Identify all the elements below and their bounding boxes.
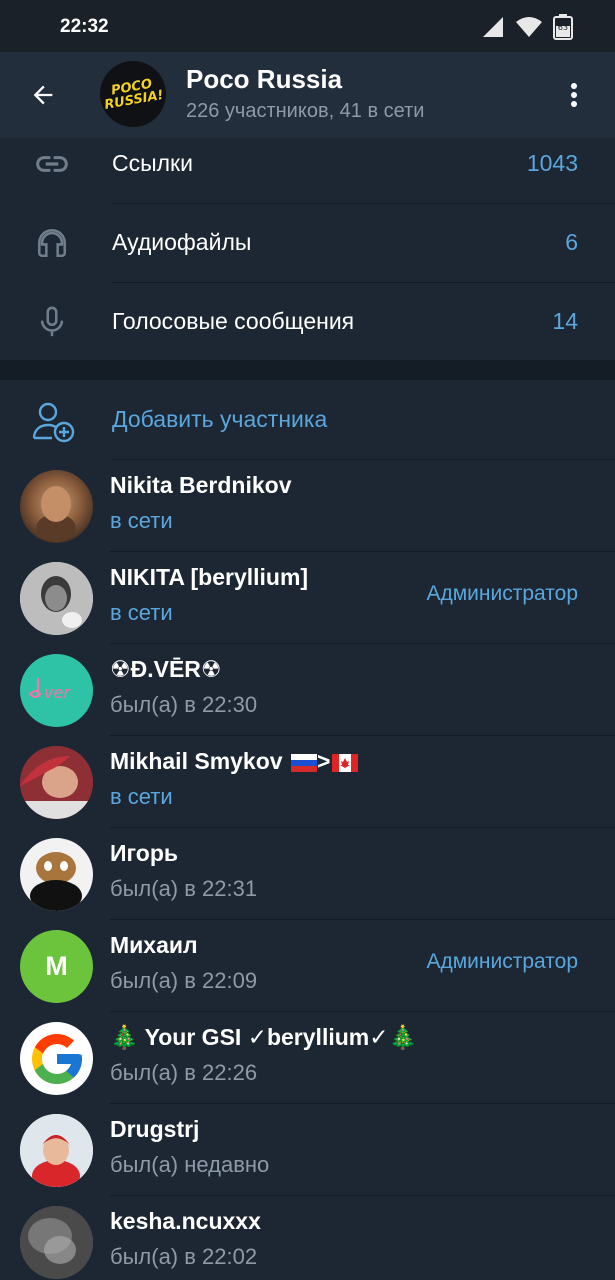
avatar: M xyxy=(20,930,93,1003)
status-bar: 22:32 63 xyxy=(0,0,615,52)
more-options-button[interactable] xyxy=(555,76,593,114)
member-row[interactable]: Nikita Berdnikov в сети xyxy=(0,460,615,552)
member-status: был(а) в 22:30 xyxy=(110,692,258,717)
member-row[interactable]: kesha.ncuxxx был(а) в 22:02 xyxy=(0,1196,615,1280)
group-subtitle: 226 участников, 41 в сети xyxy=(186,100,425,122)
member-name: 🎄 Your GSI ✓beryllium✓🎄 xyxy=(110,1024,418,1050)
status-icons: 63 xyxy=(481,14,573,40)
admin-badge: Администратор xyxy=(426,950,578,973)
member-row[interactable]: NIKITA [beryllium] в сети Администратор xyxy=(0,552,615,644)
member-row[interactable]: 🎄 Your GSI ✓beryllium✓🎄 был(а) в 22:26 xyxy=(0,1012,615,1104)
russia-flag-icon xyxy=(290,753,317,772)
member-status: был(а) в 22:26 xyxy=(110,1060,258,1085)
wifi-icon xyxy=(516,17,542,37)
link-icon xyxy=(32,144,72,184)
media-row-voice[interactable]: Голосовые сообщения 14 xyxy=(0,282,615,362)
member-row[interactable]: Mikhail Smykov > в сети xyxy=(0,736,615,828)
media-label: Ссылки xyxy=(112,150,193,176)
admin-badge: Администратор xyxy=(426,582,578,605)
member-name: Drugstrj xyxy=(110,1116,200,1142)
back-button[interactable] xyxy=(22,74,64,116)
group-logo: POCO RUSSIA! xyxy=(101,76,164,113)
section-divider xyxy=(0,360,615,380)
status-time: 22:32 xyxy=(60,16,109,37)
avatar xyxy=(20,1206,93,1279)
member-name: Nikita Berdnikov xyxy=(110,472,292,498)
svg-text:ver: ver xyxy=(44,683,71,702)
avatar xyxy=(20,1022,93,1095)
group-avatar[interactable]: POCO RUSSIA! xyxy=(100,61,166,127)
member-name: Михаил xyxy=(110,932,198,958)
avatar xyxy=(20,838,93,911)
battery-level: 63 xyxy=(558,23,568,32)
google-logo-icon xyxy=(31,1033,82,1084)
member-status: в сети xyxy=(110,784,173,809)
shared-media-section: Ссылки 1043 Аудиофайлы 6 Голосовые сообщ… xyxy=(0,138,615,360)
microphone-icon xyxy=(32,302,72,342)
avatar xyxy=(20,470,93,543)
more-vertical-icon xyxy=(571,83,577,107)
member-row[interactable]: Игорь был(а) в 22:31 xyxy=(0,828,615,920)
member-status: был(а) в 22:31 xyxy=(110,876,258,901)
members-section: Добавить участника Nikita Berdnikov в се… xyxy=(0,380,615,1280)
member-status: в сети xyxy=(110,600,173,625)
avatar xyxy=(20,746,93,819)
group-title[interactable]: Poco Russia xyxy=(186,64,342,95)
canada-flag-icon xyxy=(332,753,359,772)
media-label: Голосовые сообщения xyxy=(112,308,355,334)
avatar xyxy=(20,1114,93,1187)
media-count: 14 xyxy=(552,308,578,334)
media-count: 1043 xyxy=(526,150,578,176)
member-row[interactable]: M Михаил был(а) в 22:09 Администратор xyxy=(0,920,615,1012)
media-label: Аудиофайлы xyxy=(112,229,252,255)
avatar: ver xyxy=(20,654,93,727)
avatar xyxy=(20,562,93,635)
member-name-suffix: > xyxy=(316,748,331,774)
media-row-links[interactable]: Ссылки 1043 xyxy=(0,124,615,204)
member-status: был(а) недавно xyxy=(110,1152,270,1177)
media-count: 6 xyxy=(565,229,578,255)
member-name: Игорь xyxy=(110,840,179,866)
add-member-label: Добавить участника xyxy=(112,406,328,432)
media-row-audio[interactable]: Аудиофайлы 6 xyxy=(0,203,615,283)
member-row[interactable]: ver ☢Đ.VĒR☢ был(а) в 22:30 xyxy=(0,644,615,736)
member-name: kesha.ncuxxx xyxy=(110,1208,261,1234)
signal-icon xyxy=(483,17,503,37)
member-status: был(а) в 22:09 xyxy=(110,968,258,993)
member-status: в сети xyxy=(110,508,173,533)
battery-icon: 63 xyxy=(553,14,573,40)
member-row[interactable]: Drugstrj был(а) недавно xyxy=(0,1104,615,1196)
add-user-icon xyxy=(32,402,75,443)
headphones-icon xyxy=(32,223,72,263)
add-member-button[interactable]: Добавить участника xyxy=(0,380,615,460)
member-name: NIKITA [beryllium] xyxy=(110,564,309,590)
back-arrow-icon xyxy=(33,85,53,105)
member-name: ☢Đ.VĒR☢ xyxy=(110,656,222,682)
member-name-text: Mikhail Smykov xyxy=(110,748,289,774)
member-status: был(а) в 22:02 xyxy=(110,1244,258,1269)
member-name: Mikhail Smykov > xyxy=(110,748,359,775)
